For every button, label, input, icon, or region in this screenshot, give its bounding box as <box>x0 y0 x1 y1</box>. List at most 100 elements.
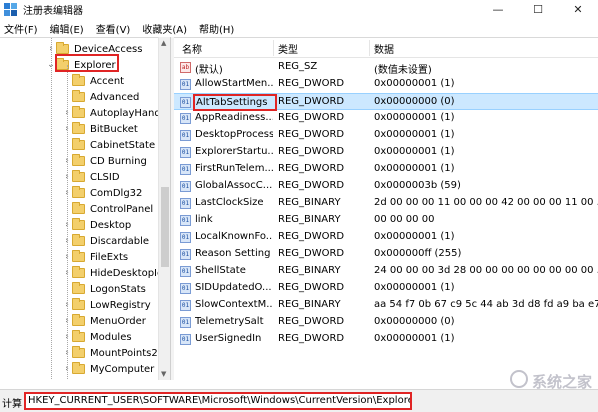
menu-favorites[interactable]: 收藏夹(A) <box>142 21 187 36</box>
key-tree-pane[interactable]: › DeviceAccess ⌄ Explorer Accent Advanced › Aut… <box>0 37 170 380</box>
value-data: 0x00000001 (1) <box>374 231 455 242</box>
folder-icon <box>72 362 85 374</box>
binary-value-icon: 01 <box>180 181 191 192</box>
tree-item[interactable]: ControlPanel <box>62 201 153 217</box>
binary-value-icon: 01 <box>180 130 191 141</box>
value-data: 0x00000001 (1) <box>374 163 455 174</box>
column-header-type[interactable]: 类型 <box>278 41 298 56</box>
value-name: Reason Setting <box>195 248 271 259</box>
tree-item[interactable]: Accent <box>62 73 124 89</box>
folder-icon <box>56 42 69 54</box>
value-data: (数值未设置) <box>374 65 432 76</box>
binary-value-icon: 01 <box>180 317 191 328</box>
status-prefix: 计算 <box>2 399 22 410</box>
value-data: 0x0000003b (59) <box>374 180 461 191</box>
tree-item[interactable]: › CD Burning <box>62 153 147 169</box>
tree-item[interactable]: › MenuOrder <box>62 313 146 329</box>
tree-item[interactable]: CabinetState <box>62 137 155 153</box>
folder-icon <box>72 298 85 310</box>
column-header-data[interactable]: 数据 <box>374 41 394 56</box>
value-row[interactable]: 01 AllowStartMen... REG_DWORD 0x00000001 (1… <box>174 76 598 93</box>
value-data: 0x00000000 (0) <box>374 96 455 107</box>
tree-item[interactable]: › Desktop <box>62 217 131 233</box>
tree-item-label: CabinetState <box>90 139 156 151</box>
value-row[interactable]: 01 FirstRunTelem... REG_DWORD 0x00000001 (1… <box>174 161 598 178</box>
tree-scrollbar[interactable]: ▲ ▼ <box>158 37 170 380</box>
binary-value-icon: 01 <box>180 79 191 90</box>
window-controls: — ☐ ✕ <box>478 0 598 19</box>
tree-item[interactable]: › Discardable <box>62 233 149 249</box>
folder-icon <box>72 314 85 326</box>
value-type: REG_DWORD <box>278 78 345 89</box>
tree-item[interactable]: LogonStats <box>62 281 146 297</box>
tree-item[interactable]: Advanced <box>62 89 139 105</box>
binary-value-icon: 01 <box>180 164 191 175</box>
value-row[interactable]: 01 GlobalAssocC... REG_DWORD 0x0000003b (59… <box>174 178 598 195</box>
close-button[interactable]: ✕ <box>558 0 598 19</box>
value-data: 0x00000001 (1) <box>374 282 455 293</box>
value-row[interactable]: 01 LastClockSize REG_BINARY 2d 00 00 00 11 … <box>174 195 598 212</box>
menu-help[interactable]: 帮助(H) <box>199 21 234 36</box>
folder-icon <box>72 250 85 262</box>
minimize-button[interactable]: — <box>478 0 518 19</box>
value-data: 0x00000001 (1) <box>374 146 455 157</box>
tree-item[interactable]: › Modules <box>62 329 132 345</box>
scroll-up-arrow-icon[interactable]: ▲ <box>161 39 166 47</box>
maximize-button[interactable]: ☐ <box>518 0 558 19</box>
value-data: 0x00000001 (1) <box>374 78 455 89</box>
value-row[interactable]: 01 LocalKnownFo... REG_DWORD 0x00000001 (1) <box>174 229 598 246</box>
value-row[interactable]: 01 SIDUpdatedO... REG_DWORD 0x00000001 (1) <box>174 280 598 297</box>
address-path[interactable]: HKEY_CURRENT_USER\SOFTWARE\Microsoft\Win… <box>24 392 412 410</box>
values-list-pane[interactable]: 名称 类型 数据 ab (默认) REG_SZ (数值未设置) 01 AllowStart… <box>174 37 598 380</box>
tree-item[interactable]: › FileExts <box>62 249 128 265</box>
value-row[interactable]: ab (默认) REG_SZ (数值未设置) <box>174 59 598 76</box>
menu-edit[interactable]: 编辑(E) <box>50 21 84 36</box>
value-data: 0x00000001 (1) <box>374 129 455 140</box>
value-name: ExplorerStartu... <box>195 146 273 157</box>
tree-item-label: HideDesktopIc <box>90 267 163 279</box>
title-bar: 注册表编辑器 — ☐ ✕ <box>0 0 598 19</box>
tree-item[interactable]: › BitBucket <box>62 121 138 137</box>
tree-item[interactable]: › HideDesktopIc <box>62 265 163 281</box>
tree-item[interactable]: › CLSID <box>62 169 120 185</box>
value-name: LastClockSize <box>195 197 264 208</box>
value-data: 0x00000001 (1) <box>374 333 455 344</box>
value-row[interactable]: 01 UserSignedIn REG_DWORD 0x00000001 (1) <box>174 331 598 348</box>
value-row[interactable]: 01 DesktopProcess REG_DWORD 0x00000001 (1) <box>174 127 598 144</box>
folder-icon <box>72 106 85 118</box>
menu-file[interactable]: 文件(F) <box>4 21 38 36</box>
tree-item[interactable]: › MyComputer <box>62 361 154 377</box>
tree-item-label: Accent <box>90 75 125 87</box>
tree-item[interactable]: › ComDlg32 <box>62 185 142 201</box>
tree-item[interactable]: › AutoplayHandle <box>62 105 170 121</box>
folder-icon <box>72 266 85 278</box>
value-row[interactable]: 01 SlowContextM... REG_BINARY aa 54 f7 0b 6… <box>174 297 598 314</box>
folder-icon <box>72 202 85 214</box>
tree-item-label: CLSID <box>90 171 120 183</box>
value-data: aa 54 f7 0b 67 c9 5c 44 ab 3d d8 fd a9 b… <box>374 299 598 310</box>
value-row[interactable]: 01 TelemetrySalt REG_DWORD 0x00000000 (0) <box>174 314 598 331</box>
value-row[interactable]: 01 AltTabSettings REG_DWORD 0x00000000 (0) <box>174 93 598 111</box>
value-row[interactable]: 01 ShellState REG_BINARY 24 00 00 00 3d 28 … <box>174 263 598 280</box>
value-name: GlobalAssocC... <box>195 180 273 191</box>
value-type: REG_DWORD <box>278 96 345 107</box>
registry-editor-icon <box>4 3 17 16</box>
tree-item-label: MountPoints2 <box>90 347 158 359</box>
menu-view[interactable]: 查看(V) <box>96 21 131 36</box>
value-name: DesktopProcess <box>195 129 273 140</box>
value-row[interactable]: 01 AppReadiness... REG_DWORD 0x00000001 (1) <box>174 110 598 127</box>
window-title: 注册表编辑器 <box>23 6 83 17</box>
scroll-down-arrow-icon[interactable]: ▼ <box>161 370 166 378</box>
folder-icon <box>72 74 85 86</box>
tree-item[interactable]: › MountPoints2 <box>62 345 158 361</box>
tree-scroll-thumb[interactable] <box>161 187 169 267</box>
column-header-name[interactable]: 名称 <box>182 41 202 56</box>
watermark-logo-icon <box>510 370 528 388</box>
tree-item-label: Discardable <box>90 235 150 247</box>
tree-item[interactable]: › LowRegistry <box>62 297 151 313</box>
value-row[interactable]: 01 Reason Setting REG_DWORD 0x000000ff (255… <box>174 246 598 263</box>
value-data: 00 00 00 00 <box>374 214 435 225</box>
value-type: REG_DWORD <box>278 282 345 293</box>
value-row[interactable]: 01 link REG_BINARY 00 00 00 00 <box>174 212 598 229</box>
value-row[interactable]: 01 ExplorerStartu... REG_DWORD 0x00000001 (… <box>174 144 598 161</box>
